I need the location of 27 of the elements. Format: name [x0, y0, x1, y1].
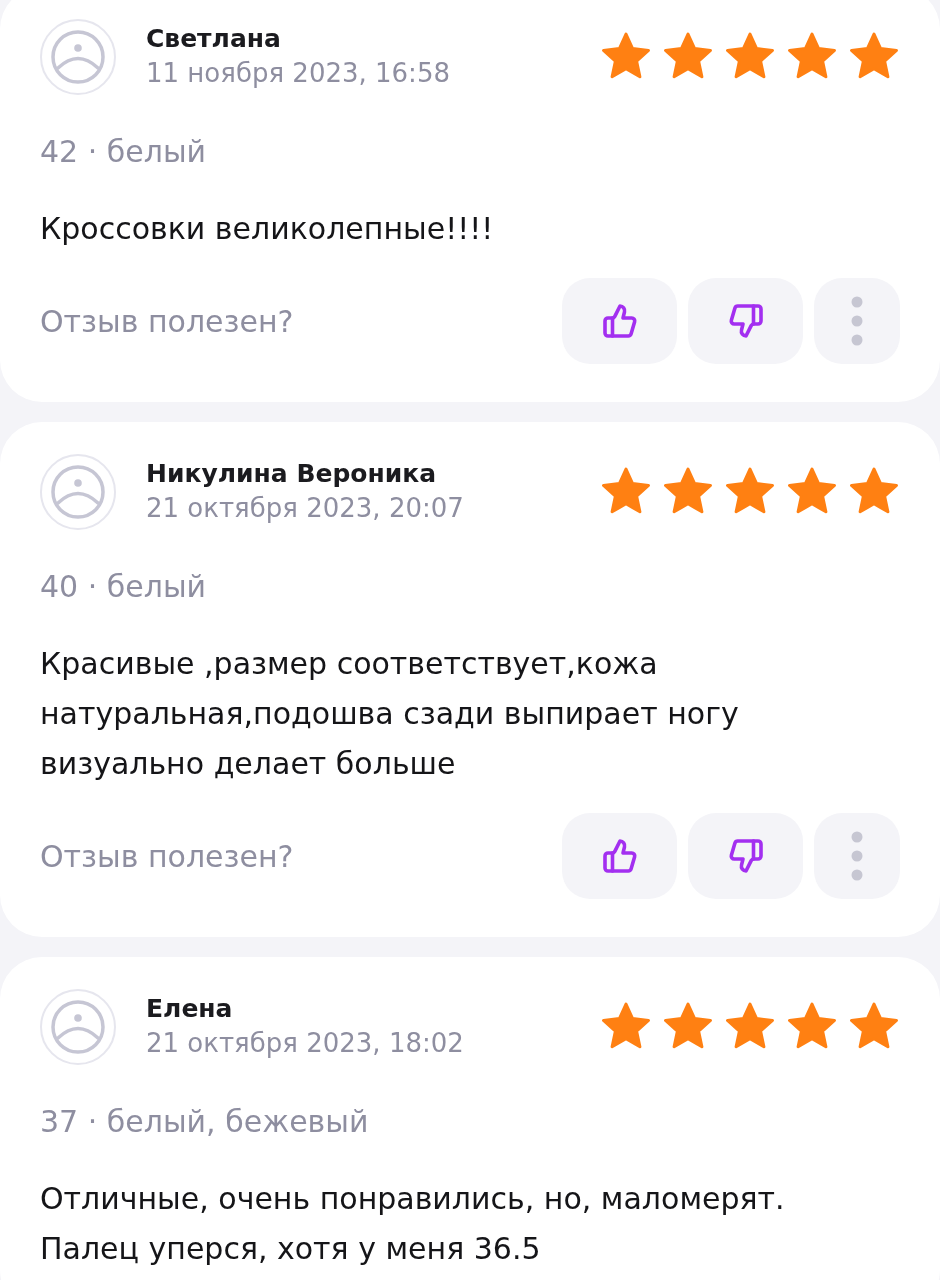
thumbs-up-icon [601, 838, 638, 874]
size-color-details: 40 · белый [40, 569, 208, 605]
user-avatar-icon [40, 19, 116, 95]
review-text: Кроссовки великолепные!!!! [40, 210, 495, 248]
author-name: Светлана [146, 23, 282, 55]
more-options-icon [851, 831, 863, 881]
more-options-icon [851, 296, 863, 346]
thumbs-down-icon [727, 838, 764, 874]
author-name: Елена [146, 993, 234, 1025]
user-avatar-icon [40, 454, 116, 530]
like-button[interactable] [562, 278, 677, 364]
like-button[interactable] [562, 813, 677, 899]
helpful-question: Отзыв полезен? [40, 303, 294, 339]
review-text: Отличные, очень понравились, но, маломерят. Палец уперся, хотя у меня 36.5 [40, 1180, 786, 1268]
thumbs-up-icon [601, 303, 638, 339]
size-color-details: 37 · белый, бежевый [40, 1104, 370, 1140]
helpful-question: Отзыв полезен? [40, 838, 294, 874]
review-text: Красивые ,размер соответствует,кожа натуральная,подошва сзади выпирает ногу визуально делает больше [40, 645, 740, 783]
size-color-details: 42 · белый [40, 134, 208, 170]
review-date: 21 октября 2023, 20:07 [146, 492, 464, 525]
review-date: 21 октября 2023, 18:02 [146, 1027, 464, 1060]
dislike-button[interactable] [688, 278, 803, 364]
user-avatar-icon [40, 989, 116, 1065]
dislike-button[interactable] [688, 813, 803, 899]
thumbs-down-icon [727, 303, 764, 339]
review-date: 11 ноября 2023, 16:58 [146, 57, 450, 90]
author-name: Никулина Вероника [146, 458, 438, 490]
